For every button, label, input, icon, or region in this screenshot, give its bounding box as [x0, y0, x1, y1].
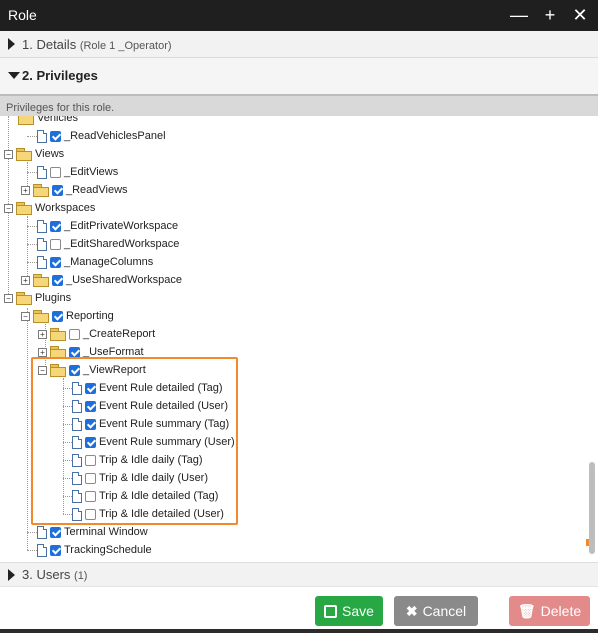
privileges-description: Privileges for this role.: [0, 94, 598, 116]
save-button[interactable]: Save: [315, 596, 383, 626]
expand-right-icon: [8, 38, 15, 50]
scroll-marker: [586, 539, 589, 546]
collapse-icon[interactable]: −: [4, 293, 13, 303]
folder-icon: [33, 274, 49, 287]
tree-label-read-views: _ReadViews: [66, 184, 128, 196]
folder-icon: [16, 292, 32, 305]
tree-label-use-shared-workspace: _UseSharedWorkspace: [66, 274, 182, 286]
save-button-label: Save: [342, 603, 374, 619]
tree-folder-vehicles[interactable]: Vehicles: [18, 116, 78, 127]
checkbox-edit-private-workspace[interactable]: [50, 220, 61, 232]
folder-icon: [33, 184, 49, 197]
tree-label-edit-shared-workspace: _EditSharedWorkspace: [64, 238, 180, 250]
tree-scrollbar[interactable]: [586, 116, 598, 562]
tree-label-plugins: Plugins: [35, 292, 72, 304]
tree-label-edit-private-workspace: _EditPrivateWorkspace: [64, 220, 179, 232]
expand-right-icon: [8, 569, 15, 581]
checkbox-manage-columns[interactable]: [50, 256, 61, 268]
tree-item-edit-private-workspace[interactable]: _EditPrivateWorkspace: [37, 217, 178, 235]
section-users[interactable]: 3. Users (1): [0, 562, 598, 587]
delete-button[interactable]: 🗑 Delete: [509, 596, 590, 626]
expand-icon[interactable]: +: [38, 329, 47, 339]
folder-icon: [50, 328, 66, 341]
checkbox-read-vehicles-panel[interactable]: [50, 130, 61, 142]
document-icon: [37, 543, 47, 557]
checkbox-edit-shared-workspace[interactable]: [50, 238, 61, 250]
window-title: Role: [8, 7, 37, 23]
tree-folder-reporting[interactable]: − Reporting: [21, 307, 114, 325]
cancel-button[interactable]: ✖ Cancel: [394, 596, 478, 626]
expand-icon[interactable]: +: [21, 275, 30, 285]
tree-folder-create-report[interactable]: + _CreateReport: [38, 325, 155, 343]
section-details-label: 1. Details: [22, 37, 77, 52]
cancel-button-label: Cancel: [422, 603, 467, 619]
dialog-footer: Save ✖ Cancel 🗑 Delete: [0, 586, 598, 634]
section-privileges[interactable]: 2. Privileges: [0, 58, 598, 94]
checkbox-terminal-window[interactable]: [50, 526, 61, 538]
collapse-icon[interactable]: −: [21, 311, 30, 321]
close-icon[interactable]: ✕: [569, 3, 591, 27]
checkbox-use-format[interactable]: [69, 346, 80, 358]
document-icon: [37, 237, 47, 251]
section-users-count: (1): [74, 570, 88, 582]
tree-label-tracking-schedule: TrackingSchedule: [64, 544, 152, 556]
document-icon: [37, 165, 47, 179]
trash-icon: 🗑: [517, 602, 536, 619]
document-icon: [37, 255, 47, 269]
close-icon: ✖: [405, 602, 418, 619]
tree-label-manage-columns: _ManageColumns: [64, 256, 154, 268]
folder-icon: [18, 116, 34, 125]
checkbox-use-shared-workspace[interactable]: [52, 274, 63, 286]
tree-item-read-vehicles-panel[interactable]: _ReadVehiclesPanel: [37, 127, 166, 145]
checkbox-tracking-schedule[interactable]: [50, 544, 61, 556]
folder-icon: [16, 148, 32, 161]
scrollbar-thumb[interactable]: [589, 462, 595, 554]
delete-button-label: Delete: [540, 603, 582, 619]
window-titlebar: Role — + ✕: [0, 0, 598, 31]
expand-down-icon: [8, 72, 20, 79]
tree-folder-workspaces[interactable]: − Workspaces: [4, 199, 95, 217]
tree-item-tracking-schedule[interactable]: TrackingSchedule: [37, 541, 152, 559]
tree-folder-read-views[interactable]: + _ReadViews: [21, 181, 128, 199]
tree-label-read-vehicles-panel: _ReadVehiclesPanel: [64, 130, 166, 142]
highlight-box: [31, 357, 238, 525]
expand-icon[interactable]: +: [38, 347, 47, 357]
folder-icon: [33, 310, 49, 323]
maximize-icon[interactable]: +: [539, 3, 561, 27]
document-icon: [37, 219, 47, 233]
checkbox-read-views[interactable]: [52, 184, 63, 196]
checkbox-edit-views[interactable]: [50, 166, 61, 178]
section-users-label: 3. Users: [22, 567, 71, 582]
save-icon: [324, 604, 338, 618]
section-privileges-label: 2. Privileges: [22, 68, 98, 83]
privileges-tree: Vehicles _ReadVehiclesPanel − Views _Edi…: [0, 116, 598, 562]
checkbox-create-report[interactable]: [69, 328, 80, 340]
tree-label-reporting: Reporting: [66, 310, 114, 322]
tree-folder-views[interactable]: − Views: [4, 145, 64, 163]
tree-label-views: Views: [35, 148, 65, 160]
checkbox-reporting[interactable]: [52, 310, 63, 322]
collapse-icon[interactable]: −: [4, 149, 13, 159]
tree-label-terminal-window: Terminal Window: [64, 526, 148, 538]
document-icon: [37, 525, 47, 539]
folder-icon: [16, 202, 32, 215]
section-details[interactable]: 1. Details (Role 1 _Operator): [0, 31, 598, 58]
tree-folder-use-shared-workspace[interactable]: + _UseSharedWorkspace: [21, 271, 182, 289]
tree-item-edit-shared-workspace[interactable]: _EditSharedWorkspace: [37, 235, 179, 253]
tree-label-workspaces: Workspaces: [35, 202, 96, 214]
tree-label-edit-views: _EditViews: [64, 166, 119, 178]
expand-icon[interactable]: +: [21, 185, 30, 195]
tree-item-edit-views[interactable]: _EditViews: [37, 163, 118, 181]
tree-item-manage-columns[interactable]: _ManageColumns: [37, 253, 153, 271]
bottom-bar: [0, 629, 598, 633]
tree-label-create-report: _CreateReport: [83, 328, 156, 340]
minimize-icon[interactable]: —: [508, 3, 530, 27]
tree-label-vehicles: Vehicles: [37, 116, 78, 124]
tree-item-terminal-window[interactable]: Terminal Window: [37, 523, 148, 541]
tree-folder-plugins[interactable]: − Plugins: [4, 289, 71, 307]
document-icon: [37, 129, 47, 143]
section-details-sub: (Role 1 _Operator): [79, 40, 172, 52]
collapse-icon[interactable]: −: [4, 203, 13, 213]
